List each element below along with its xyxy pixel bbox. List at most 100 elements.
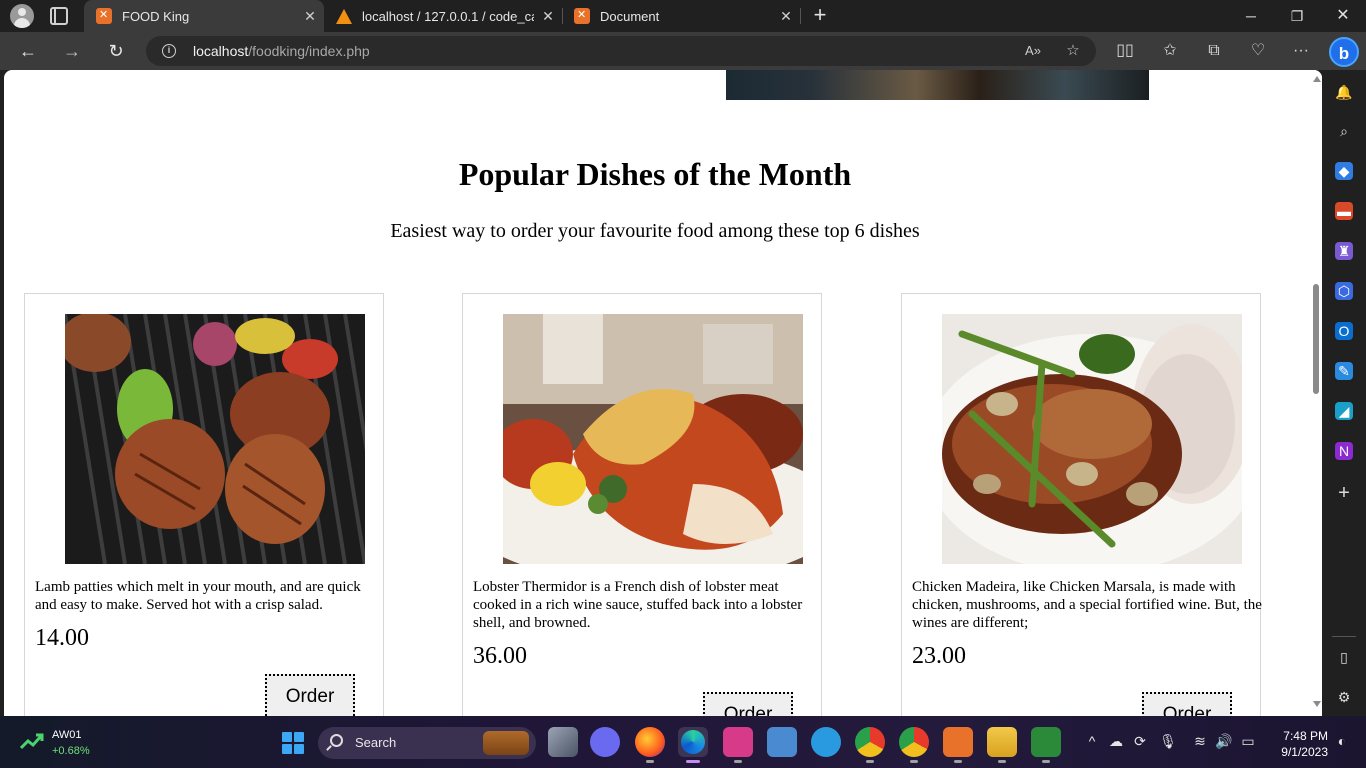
dish-card: Chicken Madeira, like Chicken Marsala, i…: [901, 293, 1262, 716]
browser-essentials-icon[interactable]: ♡: [1246, 39, 1270, 63]
more-options-icon[interactable]: ···: [1289, 39, 1313, 63]
dish-photo-lobster-thermidor: [503, 314, 803, 564]
search-highlight-icon: [483, 731, 529, 755]
dish-photo-chicken-madeira: [942, 314, 1242, 564]
section-subtitle: Easiest way to order your favourite food…: [390, 220, 920, 242]
microphone-icon[interactable]: 🎙: [1159, 732, 1177, 750]
tab-actions-icon[interactable]: [50, 7, 68, 25]
show-hidden-icons-chevron-icon[interactable]: ^: [1083, 732, 1101, 750]
address-bar[interactable]: i localhost/foodking/index.php A» ☆: [146, 36, 1096, 66]
onenote-icon[interactable]: N: [1335, 442, 1353, 460]
tab-food-king[interactable]: FOOD King ✕: [84, 0, 324, 32]
dish-photo-lamb-patties: [65, 314, 365, 564]
page-viewport: Popular Dishes of the Month Easiest way …: [4, 70, 1322, 716]
notification-center-icon[interactable]: ◐: [1333, 732, 1351, 750]
taskbar-search[interactable]: Search: [318, 727, 536, 759]
xampp-control-icon[interactable]: [943, 727, 973, 763]
navigation-bar: ← → ↻ i localhost/foodking/index.php A» …: [0, 32, 1366, 70]
firefox-icon[interactable]: [635, 727, 665, 763]
tab-separator: [800, 8, 801, 24]
phpmyadmin-icon: [336, 8, 352, 24]
tab-document[interactable]: Document ✕: [562, 0, 800, 32]
notepad-plus-icon[interactable]: [1031, 727, 1061, 763]
sync-icon[interactable]: ⟳: [1131, 732, 1149, 750]
favorites-icon[interactable]: ✩: [1158, 39, 1182, 63]
dish-price: 23.00: [912, 643, 966, 669]
volume-icon[interactable]: 🔊: [1215, 732, 1233, 750]
close-tab-icon[interactable]: ✕: [534, 8, 562, 25]
url-host: localhost: [193, 43, 249, 59]
edge-logo-icon: [681, 730, 705, 754]
scroll-down-arrow-icon[interactable]: [1313, 701, 1321, 707]
search-label: Search: [355, 735, 397, 750]
teams-chat-icon[interactable]: [590, 727, 620, 757]
vivaldi-icon[interactable]: [723, 727, 753, 763]
search-icon[interactable]: ⌕: [1335, 122, 1353, 140]
xampp-icon: [96, 8, 112, 24]
tab-strip: FOOD King ✕ localhost / 127.0.0.1 / code…: [0, 0, 1366, 32]
close-tab-icon[interactable]: ✕: [296, 8, 324, 25]
games-icon[interactable]: ♜: [1335, 242, 1353, 260]
tab-title: localhost / 127.0.0.1 / code_camp: [362, 8, 534, 24]
new-tab-icon[interactable]: +: [808, 4, 832, 28]
site-info-icon[interactable]: i: [162, 44, 176, 58]
order-button[interactable]: Order: [703, 692, 793, 716]
add-sidebar-app-icon[interactable]: +: [1335, 483, 1353, 503]
close-window-icon[interactable]: ✕: [1320, 0, 1366, 32]
photos-icon[interactable]: [767, 727, 797, 757]
chrome-icon[interactable]: [855, 727, 885, 763]
tools-icon[interactable]: ▬: [1335, 202, 1353, 220]
edge-browser-icon[interactable]: [678, 727, 708, 763]
shopping-tag-icon[interactable]: ◆: [1335, 162, 1353, 180]
profile-avatar-icon[interactable]: [10, 4, 34, 28]
stock-trend-icon[interactable]: [20, 730, 44, 754]
section-heading: Popular Dishes of the Month: [458, 156, 852, 192]
minimize-icon[interactable]: ─: [1228, 0, 1274, 32]
dish-description: Lamb patties which melt in your mouth, a…: [35, 579, 361, 613]
order-button[interactable]: Order: [1142, 692, 1232, 716]
help-icon[interactable]: [811, 727, 841, 757]
read-aloud-icon[interactable]: A»: [1022, 40, 1044, 62]
designer-icon[interactable]: ✎: [1335, 362, 1353, 380]
favorite-star-icon[interactable]: ☆: [1062, 40, 1084, 62]
dish-description: Chicken Madeira, like Chicken Marsala, i…: [912, 579, 1262, 631]
hide-sidebar-icon[interactable]: ▯: [1335, 648, 1353, 666]
onedrive-cloud-icon[interactable]: ☁: [1107, 732, 1125, 750]
bing-copilot-icon[interactable]: b: [1329, 37, 1359, 67]
url-text[interactable]: localhost/foodking/index.php: [193, 43, 370, 59]
tab-title: Document: [600, 8, 660, 24]
close-tab-icon[interactable]: ✕: [772, 8, 800, 25]
notifications-bell-icon[interactable]: 🔔: [1335, 83, 1353, 101]
split-screen-icon[interactable]: ▯▯: [1113, 39, 1137, 63]
wifi-icon[interactable]: ≋: [1191, 732, 1209, 750]
dish-price: 36.00: [473, 643, 527, 669]
battery-icon[interactable]: ▭: [1239, 732, 1257, 750]
scrollbar-thumb[interactable]: [1313, 284, 1319, 394]
search-icon: [330, 734, 343, 747]
collections-icon[interactable]: ⧉: [1202, 39, 1226, 63]
widget-title[interactable]: AW01: [52, 729, 82, 741]
vertical-scrollbar[interactable]: [1310, 70, 1322, 716]
dish-description: Lobster Thermidor is a French dish of lo…: [473, 579, 803, 631]
drop-icon[interactable]: ◢: [1335, 402, 1353, 420]
microsoft-365-icon[interactable]: ⬡: [1335, 282, 1353, 300]
windows-taskbar: AW01 +0.68% Search ^ ☁ ⟳ 🎙 ≋ 🔊 ▭ 7:48 PM…: [0, 716, 1366, 768]
task-view-icon[interactable]: [548, 727, 578, 757]
clock-time[interactable]: 7:48 PM: [1274, 729, 1328, 743]
scroll-up-arrow-icon[interactable]: [1313, 76, 1321, 82]
clock-date[interactable]: 9/1/2023: [1264, 745, 1328, 759]
web-page: Popular Dishes of the Month Easiest way …: [4, 70, 1310, 716]
restore-icon[interactable]: ❐: [1274, 0, 1320, 32]
refresh-icon[interactable]: ↻: [102, 38, 130, 64]
sidebar-divider: [1332, 636, 1356, 637]
file-explorer-icon[interactable]: [987, 727, 1017, 763]
tab-phpmyadmin[interactable]: localhost / 127.0.0.1 / code_camp ✕: [324, 0, 562, 32]
order-button[interactable]: Order: [265, 674, 355, 716]
forward-icon[interactable]: →: [58, 38, 86, 64]
settings-gear-icon[interactable]: ⚙: [1335, 688, 1353, 706]
start-windows-icon[interactable]: [282, 732, 304, 754]
edge-sidebar: 🔔 ⌕ ◆ ▬ ♜ ⬡ O ✎ ◢ N + ▯ ⚙: [1322, 70, 1366, 716]
outlook-icon[interactable]: O: [1335, 322, 1353, 340]
back-icon[interactable]: ←: [14, 38, 42, 64]
chrome-profile-icon[interactable]: [899, 727, 929, 763]
